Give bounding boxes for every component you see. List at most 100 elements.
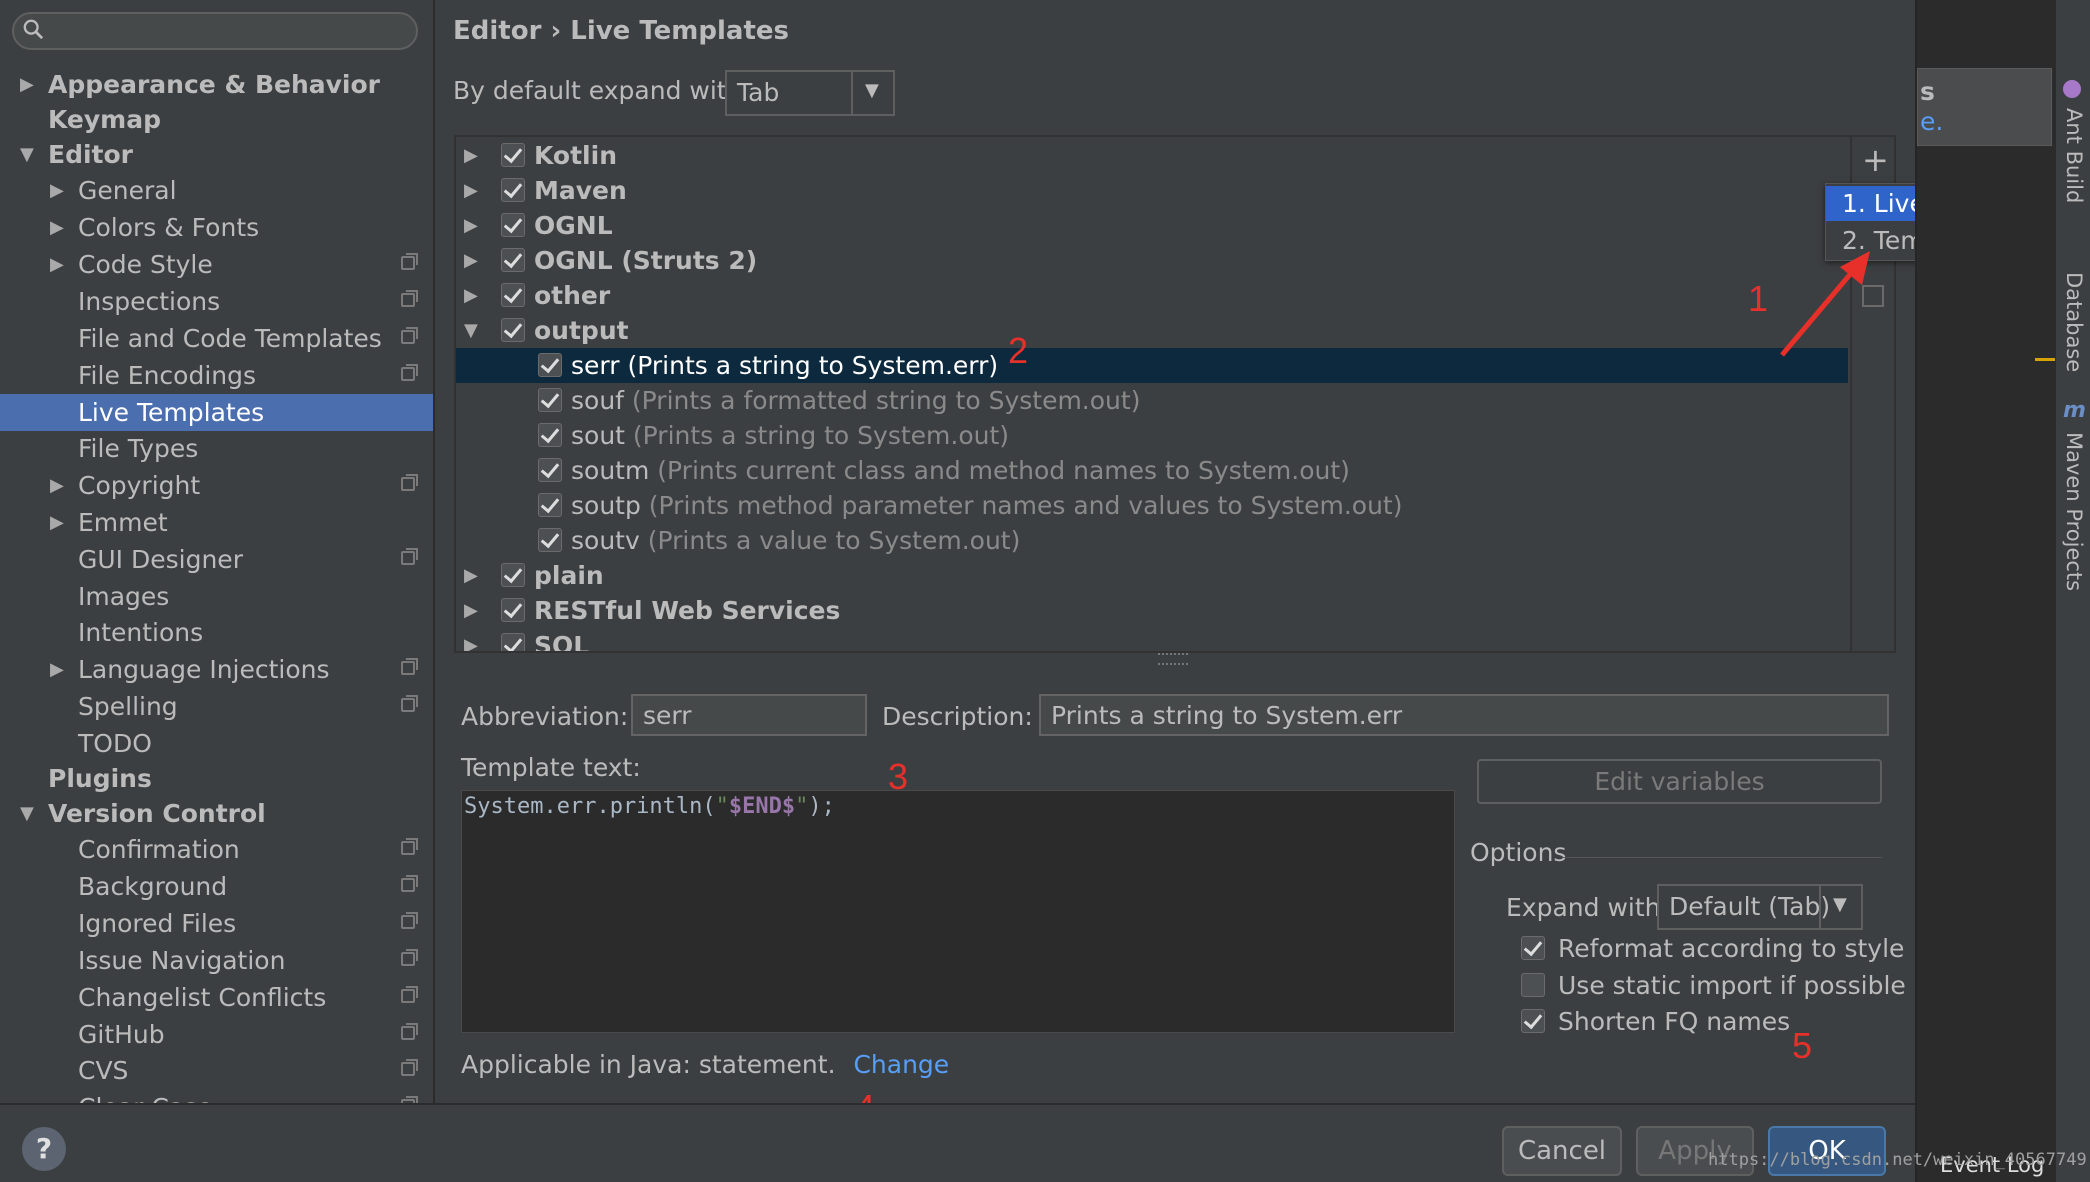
annotation-number: 3 bbox=[888, 756, 909, 797]
group-enabled-checkbox[interactable] bbox=[501, 598, 525, 622]
tree-group-row[interactable]: ▶ Kotlin bbox=[456, 138, 1848, 173]
expand-with-combo[interactable]: Default (Tab) ▼ bbox=[1657, 884, 1863, 930]
tree-group-row[interactable]: ▶ other bbox=[456, 278, 1848, 313]
database-tab[interactable]: Database bbox=[2062, 272, 2086, 372]
sidebar-item-general[interactable]: ▶ General bbox=[0, 172, 433, 209]
description-label: Description: bbox=[882, 702, 1033, 731]
search-icon bbox=[23, 19, 44, 40]
sidebar-item-keymap[interactable]: Keymap bbox=[0, 101, 433, 138]
sidebar-item-language-injections[interactable]: ▶ Language Injections bbox=[0, 651, 433, 688]
template-row-selected[interactable]: serr (Prints a string to System.err) bbox=[456, 348, 1848, 383]
sidebar-item-gui-designer[interactable]: GUI Designer bbox=[0, 541, 433, 578]
shorten-fq-checkbox[interactable] bbox=[1521, 1009, 1545, 1033]
group-enabled-checkbox[interactable] bbox=[501, 213, 525, 237]
sidebar-item-live-templates[interactable]: Live Templates bbox=[0, 394, 433, 431]
template-row[interactable]: souf (Prints a formatted string to Syste… bbox=[456, 383, 1848, 418]
template-enabled-checkbox[interactable] bbox=[538, 423, 562, 447]
group-enabled-checkbox[interactable] bbox=[501, 248, 525, 272]
project-scope-icon bbox=[401, 474, 418, 491]
cancel-button[interactable]: Cancel bbox=[1502, 1126, 1622, 1176]
template-text-editor[interactable]: System.err.println("$END$"); bbox=[461, 790, 1455, 1033]
sidebar-item-file-encodings[interactable]: File Encodings bbox=[0, 357, 433, 394]
sidebar-item-code-style[interactable]: ▶ Code Style bbox=[0, 246, 433, 283]
tree-group-row[interactable]: ▼ output bbox=[456, 313, 1848, 348]
tree-group-row[interactable]: ▶ OGNL bbox=[456, 208, 1848, 243]
expand-arrow-icon: ▶ bbox=[50, 512, 64, 533]
project-scope-icon bbox=[401, 695, 418, 712]
project-scope-icon bbox=[401, 548, 418, 565]
group-enabled-checkbox[interactable] bbox=[501, 283, 525, 307]
sidebar-item-cvs[interactable]: CVS bbox=[0, 1052, 433, 1089]
template-row[interactable]: sout (Prints a string to System.out) bbox=[456, 418, 1848, 453]
template-row[interactable]: soutm (Prints current class and method n… bbox=[456, 453, 1848, 488]
template-enabled-checkbox[interactable] bbox=[538, 388, 562, 412]
sidebar-item-changelist-conflicts[interactable]: Changelist Conflicts bbox=[0, 979, 433, 1016]
group-enabled-checkbox[interactable] bbox=[501, 633, 525, 651]
group-enabled-checkbox[interactable] bbox=[501, 178, 525, 202]
expand-arrow-icon: ▶ bbox=[464, 180, 478, 201]
sidebar-item-plugins[interactable]: Plugins bbox=[0, 760, 433, 797]
group-enabled-checkbox[interactable] bbox=[501, 563, 525, 587]
project-scope-icon bbox=[401, 949, 418, 966]
description-input[interactable]: Prints a string to System.err bbox=[1039, 694, 1889, 736]
background-tooltip: s e. bbox=[1917, 68, 2052, 146]
sidebar-item-editor[interactable]: ▼ Editor bbox=[0, 136, 433, 173]
tree-group-row[interactable]: ▶ SQL bbox=[456, 628, 1848, 651]
reformat-checkbox[interactable] bbox=[1521, 936, 1545, 960]
group-enabled-checkbox[interactable] bbox=[501, 143, 525, 167]
expand-arrow-icon: ▶ bbox=[464, 215, 478, 236]
template-enabled-checkbox[interactable] bbox=[538, 493, 562, 517]
abbreviation-input[interactable]: serr bbox=[631, 694, 867, 736]
sidebar-item-todo[interactable]: TODO bbox=[0, 725, 433, 762]
sidebar-item-clear-case[interactable]: Clear Case bbox=[0, 1089, 433, 1103]
templates-tree[interactable]: ▶ Kotlin ▶ Maven ▶ OGNL ▶ OGNL (Struts 2) ▶ o… bbox=[454, 135, 1896, 653]
ant-build-tab[interactable]: Ant Build bbox=[2062, 108, 2086, 203]
sidebar-item-copyright[interactable]: ▶ Copyright bbox=[0, 467, 433, 504]
sidebar-item-github[interactable]: GitHub bbox=[0, 1016, 433, 1053]
tree-group-row[interactable]: ▶ RESTful Web Services bbox=[456, 593, 1848, 628]
settings-search-input[interactable] bbox=[12, 12, 418, 50]
sidebar-item-confirmation[interactable]: Confirmation bbox=[0, 831, 433, 868]
expand-arrow-icon: ▶ bbox=[50, 217, 64, 238]
template-enabled-checkbox[interactable] bbox=[538, 528, 562, 552]
sidebar-item-appearance-behavior[interactable]: ▶ Appearance & Behavior bbox=[0, 66, 433, 103]
collapse-arrow-icon: ▼ bbox=[20, 144, 34, 165]
tree-group-row[interactable]: ▶ plain bbox=[456, 558, 1848, 593]
watermark-text: https://blog.csdn.net/weixin_40567749 bbox=[1708, 1150, 2087, 1170]
sidebar-item-issue-navigation[interactable]: Issue Navigation bbox=[0, 942, 433, 979]
edit-variables-button[interactable]: Edit variables bbox=[1477, 759, 1882, 804]
tree-group-row[interactable]: ▶ OGNL (Struts 2) bbox=[456, 243, 1848, 278]
sidebar-item-file-types[interactable]: File Types bbox=[0, 430, 433, 467]
template-row[interactable]: soutv (Prints a value to System.out) bbox=[456, 523, 1848, 558]
sidebar-item-colors-fonts[interactable]: ▶ Colors & Fonts bbox=[0, 209, 433, 246]
default-expand-combo[interactable]: Tab ▼ bbox=[725, 70, 895, 116]
static-import-checkbox[interactable] bbox=[1521, 973, 1545, 997]
splitter-handle[interactable] bbox=[1158, 653, 1188, 665]
template-enabled-checkbox[interactable] bbox=[538, 458, 562, 482]
tree-group-row[interactable]: ▶ Maven bbox=[456, 173, 1848, 208]
help-button[interactable]: ? bbox=[22, 1127, 66, 1171]
template-row[interactable]: soutp (Prints method parameter names and… bbox=[456, 488, 1848, 523]
applicable-context: Applicable in Java: statement. Change bbox=[461, 1050, 950, 1079]
add-icon[interactable]: + bbox=[1862, 141, 1889, 179]
sidebar-item-background[interactable]: Background bbox=[0, 868, 433, 905]
sidebar-item-inspections[interactable]: Inspections bbox=[0, 283, 433, 320]
project-scope-icon bbox=[401, 838, 418, 855]
expand-with-label: Expand with bbox=[1506, 893, 1661, 922]
expand-arrow-icon: ▶ bbox=[464, 250, 478, 271]
maven-projects-tab[interactable]: Maven Projects bbox=[2062, 432, 2086, 591]
project-scope-icon bbox=[401, 658, 418, 675]
sidebar-item-emmet[interactable]: ▶ Emmet bbox=[0, 504, 433, 541]
sidebar-item-version-control[interactable]: ▼ Version Control bbox=[0, 795, 433, 832]
project-scope-icon bbox=[401, 1059, 418, 1076]
sidebar-item-file-code-templates[interactable]: File and Code Templates bbox=[0, 320, 433, 357]
sidebar-item-ignored-files[interactable]: Ignored Files bbox=[0, 905, 433, 942]
sidebar-item-intentions[interactable]: Intentions bbox=[0, 614, 433, 651]
sidebar-item-spelling[interactable]: Spelling bbox=[0, 688, 433, 725]
options-divider bbox=[1562, 857, 1882, 858]
project-scope-icon bbox=[401, 327, 418, 344]
sidebar-item-images[interactable]: Images bbox=[0, 578, 433, 615]
change-context-link[interactable]: Change bbox=[853, 1050, 949, 1079]
group-enabled-checkbox[interactable] bbox=[501, 318, 525, 342]
template-enabled-checkbox[interactable] bbox=[538, 353, 562, 377]
